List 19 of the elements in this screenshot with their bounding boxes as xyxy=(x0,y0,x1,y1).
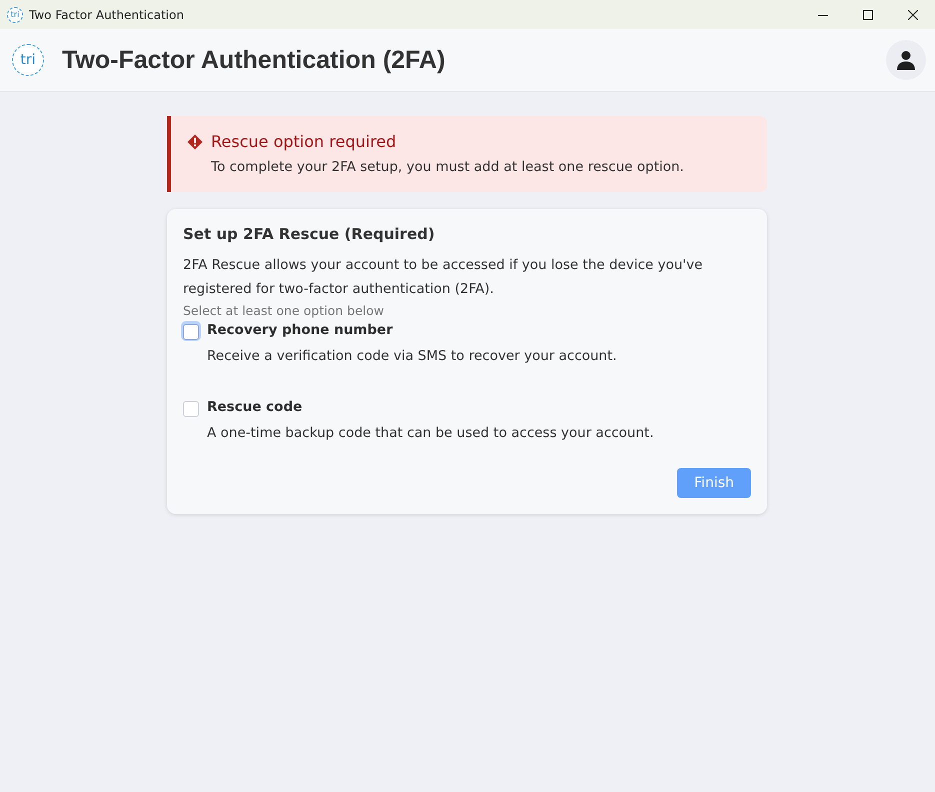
page-title: Two-Factor Authentication (2FA) xyxy=(62,46,446,74)
alert-title: Rescue option required xyxy=(211,132,396,151)
option-description: A one-time backup code that can be used to access your account. xyxy=(207,425,655,441)
option-description: Receive a verification code via SMS to recover your account. xyxy=(207,348,618,364)
option-label[interactable]: Rescue code xyxy=(207,399,751,418)
app-logo: tri xyxy=(12,44,44,76)
account-button[interactable] xyxy=(886,40,926,80)
alert-message: To complete your 2FA setup, you must add at least one rescue option. xyxy=(211,159,685,175)
card-description: 2FA Rescue allows your account to be accessed if you lose the device you've registered for two-factor authentication (2FA). xyxy=(183,256,704,299)
app-logo: tri xyxy=(7,6,23,22)
option-label[interactable]: Recovery phone number xyxy=(207,322,751,341)
checkbox[interactable] xyxy=(183,400,199,416)
maximize-icon[interactable] xyxy=(862,10,872,20)
window-title: Two Factor Authentication xyxy=(29,8,185,22)
close-icon[interactable] xyxy=(908,10,918,20)
user-icon xyxy=(896,50,916,70)
warning-icon xyxy=(187,134,203,150)
hint-text: Select at least one option below xyxy=(183,303,385,318)
card-title: Set up 2FA Rescue (Required) xyxy=(183,225,436,243)
